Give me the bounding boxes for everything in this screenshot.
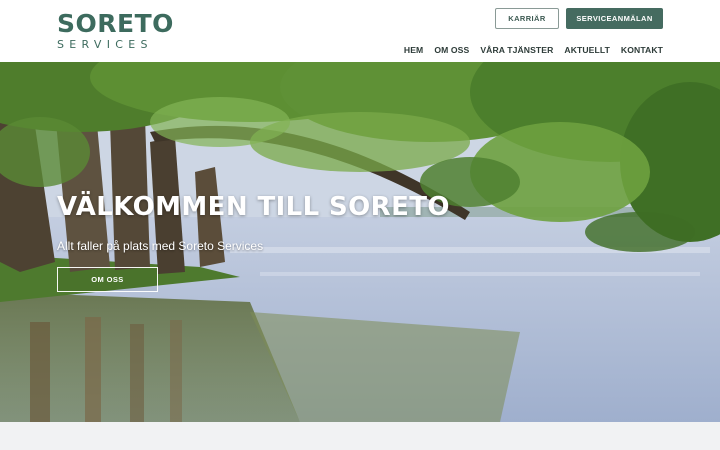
- logo-subtitle: SERVICES: [57, 38, 153, 51]
- hero-banner: VÄLKOMMEN TILL SORETO Allt faller på pla…: [0, 62, 720, 422]
- career-button[interactable]: KARRIÄR: [495, 8, 559, 29]
- service-report-button[interactable]: SERVICEANMÄLAN: [566, 8, 663, 29]
- about-us-button[interactable]: OM OSS: [57, 267, 158, 292]
- nav-item-home[interactable]: HEM: [404, 45, 423, 55]
- hero-title: VÄLKOMMEN TILL SORETO: [57, 192, 450, 222]
- soreto-logo[interactable]: SORETO SERVICES: [57, 9, 174, 53]
- hero-subtitle: Allt faller på plats med Soreto Services: [57, 239, 264, 253]
- site-header: SORETO SERVICES KARRIÄR SERVICEANMÄLAN H…: [0, 0, 720, 62]
- main-navigation: HEM OM OSS VÅRA TJÄNSTER AKTUELLT KONTAK…: [404, 45, 663, 55]
- next-section-strip: [0, 422, 720, 450]
- nav-item-news[interactable]: AKTUELLT: [564, 45, 610, 55]
- nav-item-contact[interactable]: KONTAKT: [621, 45, 663, 55]
- nav-item-services[interactable]: VÅRA TJÄNSTER: [480, 45, 553, 55]
- nav-item-about[interactable]: OM OSS: [434, 45, 469, 55]
- logo-wordmark: SORETO: [57, 9, 174, 38]
